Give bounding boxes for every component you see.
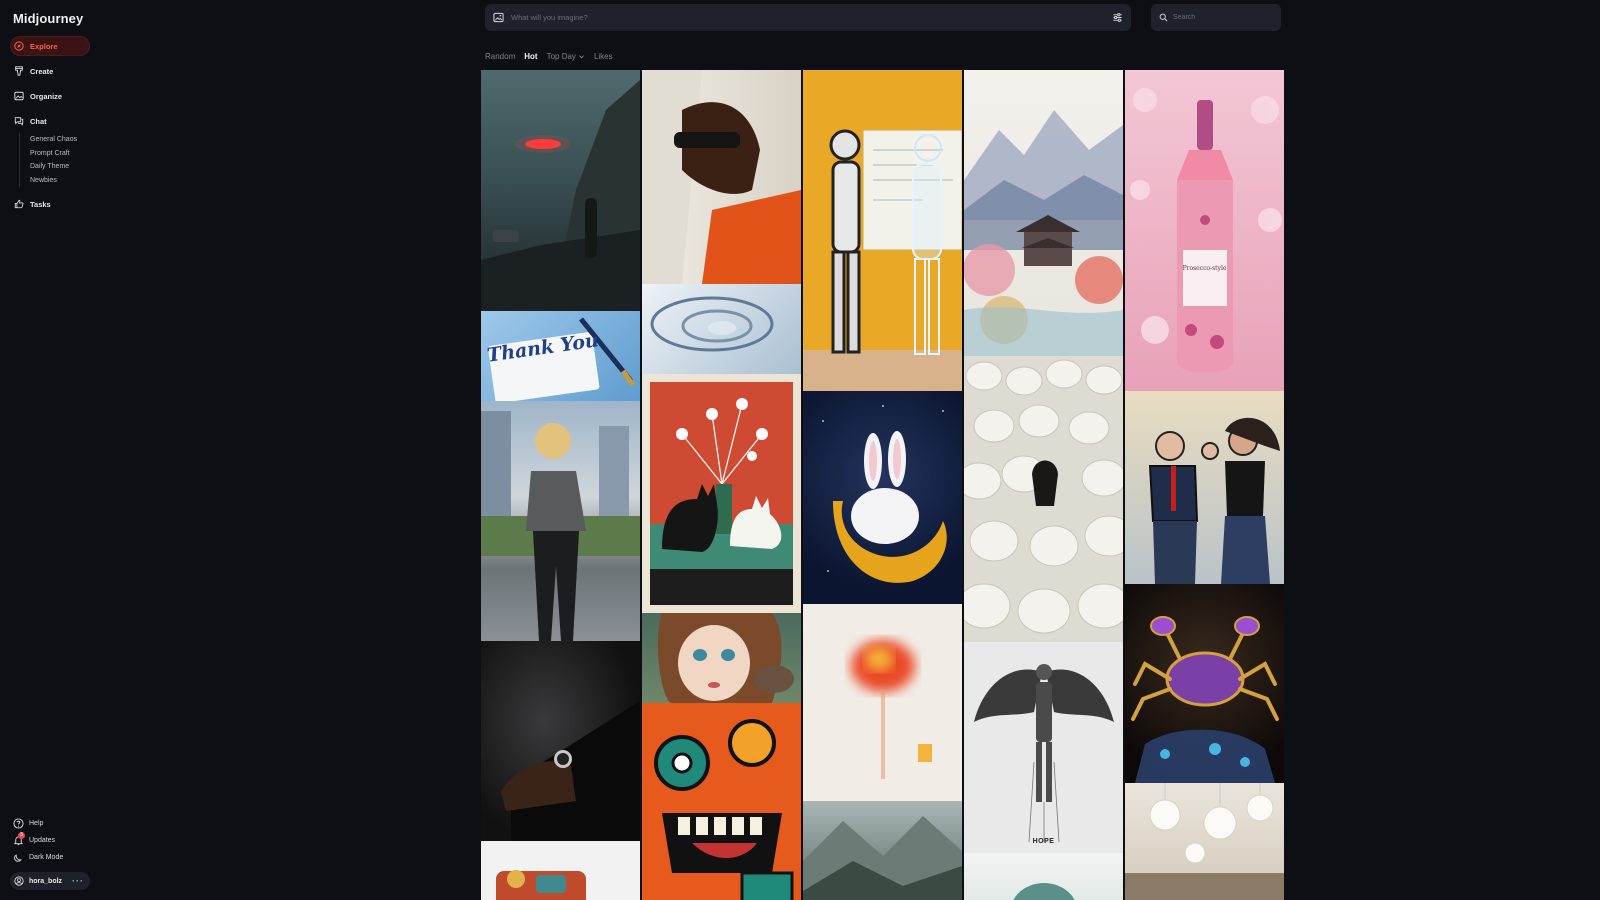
updates-badge: 3 [18,832,25,839]
robot-hologram-art [803,129,962,391]
gallery-image[interactable] [481,841,640,900]
sidebar-item-explore[interactable]: Explore [10,36,90,56]
brush-icon [15,66,23,76]
gallery-image[interactable] [481,641,640,841]
doll-girl-art [657,613,794,703]
cats-vase-art [650,382,793,605]
thumbs-up-icon [14,199,24,209]
sidebar-item-label: Tasks [30,199,51,209]
gallery-image[interactable] [642,70,801,284]
tab-likes[interactable]: Likes [594,52,613,61]
pagoda-watercolor-art [964,110,1123,356]
gallery-image[interactable] [481,70,640,311]
chat-room-list: General Chaos Prompt Craft Daily Theme N… [19,133,77,187]
chat-room-prompt-craft[interactable]: Prompt Craft [30,147,77,161]
woman-city-art [481,411,640,641]
search-input[interactable] [1173,14,1273,21]
motion-runner-art [642,70,801,284]
gallery-image[interactable] [803,70,962,391]
prosecco-bottle-art [1130,88,1282,372]
feed-tabs: Random Hot Top Day Likes [485,52,613,61]
updates-link[interactable]: 3 Updates [13,832,56,846]
gallery-image[interactable] [964,853,1123,900]
white-horses-art [964,359,1123,634]
white-tunnel-art [650,296,774,352]
gallery-image[interactable] [642,703,801,900]
sidebar-item-label: Explore [30,41,58,51]
misty-landscape-art [803,816,962,900]
gallery-image[interactable] [964,70,1123,356]
wristwatch-art [501,701,640,841]
gallery-image[interactable]: Prosecco-style [1125,70,1284,391]
imagine-bar [485,4,1131,31]
sidebar-item-label: Create [30,66,54,76]
moon-bunny-art [822,405,947,583]
chat-room-general-chaos[interactable]: General Chaos [30,133,77,147]
thank-you-card-art [488,317,636,401]
gallery-image[interactable] [481,401,640,641]
sidebar-item-chat[interactable]: Chat [10,111,90,131]
teal-creature-art [1013,883,1075,900]
compass-icon [14,41,24,51]
sidebar: Midjourney Explore Create Organize Chat … [0,0,100,900]
paper-lanterns-art [1125,783,1284,900]
user-menu[interactable]: hora_bolz ··· [10,872,90,890]
updates-label: Updates [29,837,56,844]
ufo-mountain-art [481,80,640,311]
chat-room-daily-theme[interactable]: Daily Theme [30,160,77,174]
gallery-image[interactable]: HOPE [964,642,1123,853]
sidebar-item-label: Organize [30,91,63,101]
gallery-image[interactable] [1125,783,1284,900]
settings-sliders-icon[interactable] [1112,12,1123,23]
toy-vehicle-art [496,870,586,900]
sidebar-item-create[interactable]: Create [10,61,90,81]
graffiti-monster-art [642,703,801,900]
help-icon [13,818,24,829]
image-icon [14,91,24,101]
gallery-image[interactable] [803,801,962,900]
comic-fight-art [1148,417,1280,584]
image-upload-icon[interactable] [493,12,504,23]
sidebar-item-organize[interactable]: Organize [10,86,90,106]
moon-icon [14,854,22,862]
dark-mode-label: Dark Mode [29,854,64,861]
username: hora_bolz [29,877,63,885]
tab-top-day[interactable]: Top Day [547,52,585,61]
bell-icon-wrap: 3 [13,832,25,846]
gallery-image[interactable]: Thank You [481,311,640,401]
imagine-input[interactable] [511,13,1112,22]
chat-icon [14,117,24,126]
gallery-image[interactable] [1125,391,1284,584]
winged-angel-art [974,664,1114,843]
chat-room-newbies[interactable]: Newbies [30,174,77,188]
help-link[interactable]: Help [13,818,43,829]
chevron-down-icon [578,55,584,59]
gallery-image[interactable] [642,374,801,613]
search-bar [1151,4,1281,31]
sidebar-item-tasks[interactable]: Tasks [10,194,90,214]
blurred-flower-art [851,640,932,779]
sidebar-item-label: Chat [30,116,47,126]
gallery-image[interactable] [803,391,962,604]
gallery-image[interactable] [803,604,962,801]
brand-logo[interactable]: Midjourney [13,11,83,26]
tab-top-day-label: Top Day [546,52,576,61]
tab-hot[interactable]: Hot [524,52,537,61]
gallery-image[interactable] [642,613,801,703]
tab-random[interactable]: Random [485,52,515,61]
user-avatar-icon [14,876,24,886]
more-options-icon[interactable]: ··· [72,876,84,886]
gallery-image[interactable] [964,356,1123,642]
image-gallery: Thank You HOPE Prosecco-style [481,70,1285,900]
gallery-image[interactable] [1125,584,1284,783]
jeweled-crab-art [1131,616,1279,783]
search-icon [1159,13,1168,22]
help-label: Help [29,820,44,827]
gallery-image[interactable] [642,284,801,374]
dark-mode-toggle[interactable]: Dark Mode [13,852,63,863]
